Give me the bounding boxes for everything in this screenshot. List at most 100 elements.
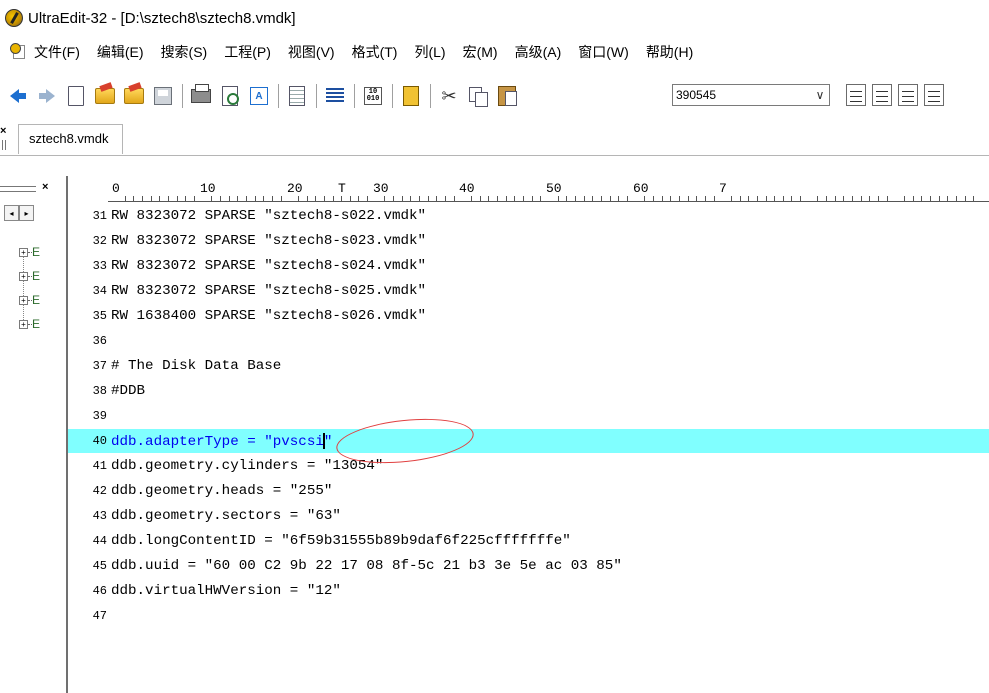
ruler-baseline	[108, 201, 989, 202]
tree-guide	[23, 248, 24, 324]
goto-line-value[interactable]: 390545	[673, 88, 811, 102]
menu-window[interactable]: 窗口(W)	[578, 42, 629, 62]
code-line[interactable]: 36	[68, 331, 989, 351]
code-line[interactable]: 44 ddb.longContentID = "6f59b31555b89b9da…	[68, 531, 989, 551]
code-line[interactable]: 35 RW 1638400 SPARSE "sztech8-s026.vmdk"	[68, 306, 989, 326]
chevron-down-icon[interactable]: ∨	[811, 85, 829, 105]
copy-icon[interactable]	[466, 84, 490, 108]
pane-grip-icon	[0, 186, 36, 192]
expand-icon[interactable]: +	[19, 271, 28, 281]
code-line[interactable]: 42 ddb.geometry.heads = "255"	[68, 481, 989, 501]
menu-column[interactable]: 列(L)	[414, 42, 445, 62]
tree-node[interactable]: + E	[19, 293, 40, 307]
ruler-tick	[835, 196, 836, 201]
ruler-label: 40	[459, 181, 475, 196]
paste-icon[interactable]	[495, 84, 519, 108]
code-line[interactable]: 39	[68, 406, 989, 426]
menu-search[interactable]: 搜索(S)	[161, 42, 208, 62]
toolbar-separator	[430, 84, 431, 108]
expand-icon[interactable]: +	[19, 319, 28, 329]
expand-icon[interactable]: +	[19, 247, 28, 257]
ruler-tick	[419, 196, 420, 201]
line-text-before-caret: ddb.adapterType = "pvscsi	[111, 433, 324, 450]
open-file-icon[interactable]	[93, 84, 117, 108]
line-text-after-caret: "	[323, 433, 333, 450]
ruler-label: 60	[633, 181, 649, 196]
ruler-tick	[766, 196, 767, 201]
code-line[interactable]: 41 ddb.geometry.cylinders = "13054"	[68, 456, 989, 476]
ruler-tick	[618, 196, 619, 201]
menu-file[interactable]: 文件(F)	[34, 42, 80, 62]
ruler-tick	[956, 196, 957, 201]
ruler-tick	[592, 196, 593, 201]
code-line[interactable]: 34 RW 8323072 SPARSE "sztech8-s025.vmdk"	[68, 281, 989, 301]
ruler-tick	[142, 196, 143, 201]
expand-icon[interactable]: +	[19, 295, 28, 305]
ruler-tick	[194, 196, 195, 201]
code-line[interactable]: 38 #DDB	[68, 381, 989, 401]
ruler-tick	[159, 196, 160, 201]
code-line[interactable]: 32 RW 8323072 SPARSE "sztech8-s023.vmdk"	[68, 231, 989, 251]
menu-format[interactable]: 格式(T)	[352, 42, 398, 62]
menu-advanced[interactable]: 高级(A)	[515, 42, 562, 62]
menu-macro[interactable]: 宏(M)	[463, 42, 498, 62]
tab-sztech8-vmdk[interactable]: sztech8.vmdk	[18, 124, 124, 154]
tree-node[interactable]: + E	[19, 245, 40, 259]
close-file-icon[interactable]	[122, 84, 146, 108]
code-line[interactable]: 31 RW 8323072 SPARSE "sztech8-s022.vmdk"	[68, 206, 989, 226]
ruler-tick	[445, 196, 446, 201]
document-system-menu-icon[interactable]	[10, 43, 28, 61]
justify-icon[interactable]	[924, 84, 944, 106]
ruler-tick	[532, 196, 533, 201]
align-left-icon[interactable]	[846, 84, 866, 106]
code-line[interactable]: 37 # The Disk Data Base	[68, 356, 989, 376]
ruler-tick	[757, 196, 758, 201]
ruler-tick	[584, 196, 585, 201]
spell-check-icon[interactable]: A	[247, 84, 271, 108]
menu-edit[interactable]: 编辑(E)	[97, 42, 144, 62]
ruler-tick	[237, 196, 238, 201]
menu-view[interactable]: 视图(V)	[288, 42, 335, 62]
save-icon[interactable]	[151, 84, 175, 108]
ruler-tick	[601, 196, 602, 201]
scroll-right-icon[interactable]: ▸	[19, 205, 34, 221]
code-line[interactable]: 43 ddb.geometry.sectors = "63"	[68, 506, 989, 526]
code-line-current[interactable]: 40 ddb.adapterType = "pvscsi"	[68, 429, 989, 453]
code-line[interactable]: 33 RW 8323072 SPARSE "sztech8-s024.vmdk"	[68, 256, 989, 276]
align-center-icon[interactable]	[872, 84, 892, 106]
page-setup-icon[interactable]	[285, 84, 309, 108]
print-preview-icon[interactable]	[218, 84, 242, 108]
toolbar-separator	[354, 84, 355, 108]
code-line[interactable]: 47	[68, 606, 989, 626]
ruler-tick	[843, 196, 844, 201]
tab-close-icon[interactable]: ×	[0, 125, 6, 137]
ruler-tick	[514, 196, 515, 201]
ruler-tick	[185, 196, 186, 201]
word-wrap-icon[interactable]	[323, 84, 347, 108]
menu-project[interactable]: 工程(P)	[224, 42, 271, 62]
new-file-icon[interactable]	[64, 84, 88, 108]
ruler-tick	[523, 196, 524, 201]
tree-node[interactable]: + E	[19, 317, 40, 331]
ruler-tick	[168, 196, 169, 201]
align-right-icon[interactable]	[898, 84, 918, 106]
ruler-tick	[246, 196, 247, 201]
ruler-tick	[298, 196, 299, 201]
forward-arrow-icon[interactable]	[35, 84, 59, 108]
ruler-tick	[480, 196, 481, 201]
pane-close-icon[interactable]: ×	[42, 181, 48, 193]
back-arrow-icon[interactable]	[6, 84, 30, 108]
title-bar: UltraEdit-32 - [D:\sztech8\sztech8.vmdk]	[0, 0, 989, 36]
tree-node[interactable]: + E	[19, 269, 40, 283]
cut-icon[interactable]: ✂	[437, 84, 461, 108]
menu-help[interactable]: 帮助(H)	[646, 42, 693, 62]
code-line[interactable]: 46 ddb.virtualHWVersion = "12"	[68, 581, 989, 601]
goto-line-combo[interactable]: 390545 ∨	[672, 84, 830, 106]
print-icon[interactable]	[189, 84, 213, 108]
bookmark-icon[interactable]	[399, 84, 423, 108]
ruler-tick	[610, 196, 611, 201]
ruler-tick	[506, 196, 507, 201]
hex-mode-icon[interactable]: 10 010	[361, 84, 385, 108]
code-line[interactable]: 45 ddb.uuid = "60 00 C2 9b 22 17 08 8f-5c…	[68, 556, 989, 576]
scroll-left-icon[interactable]: ◂	[4, 205, 19, 221]
